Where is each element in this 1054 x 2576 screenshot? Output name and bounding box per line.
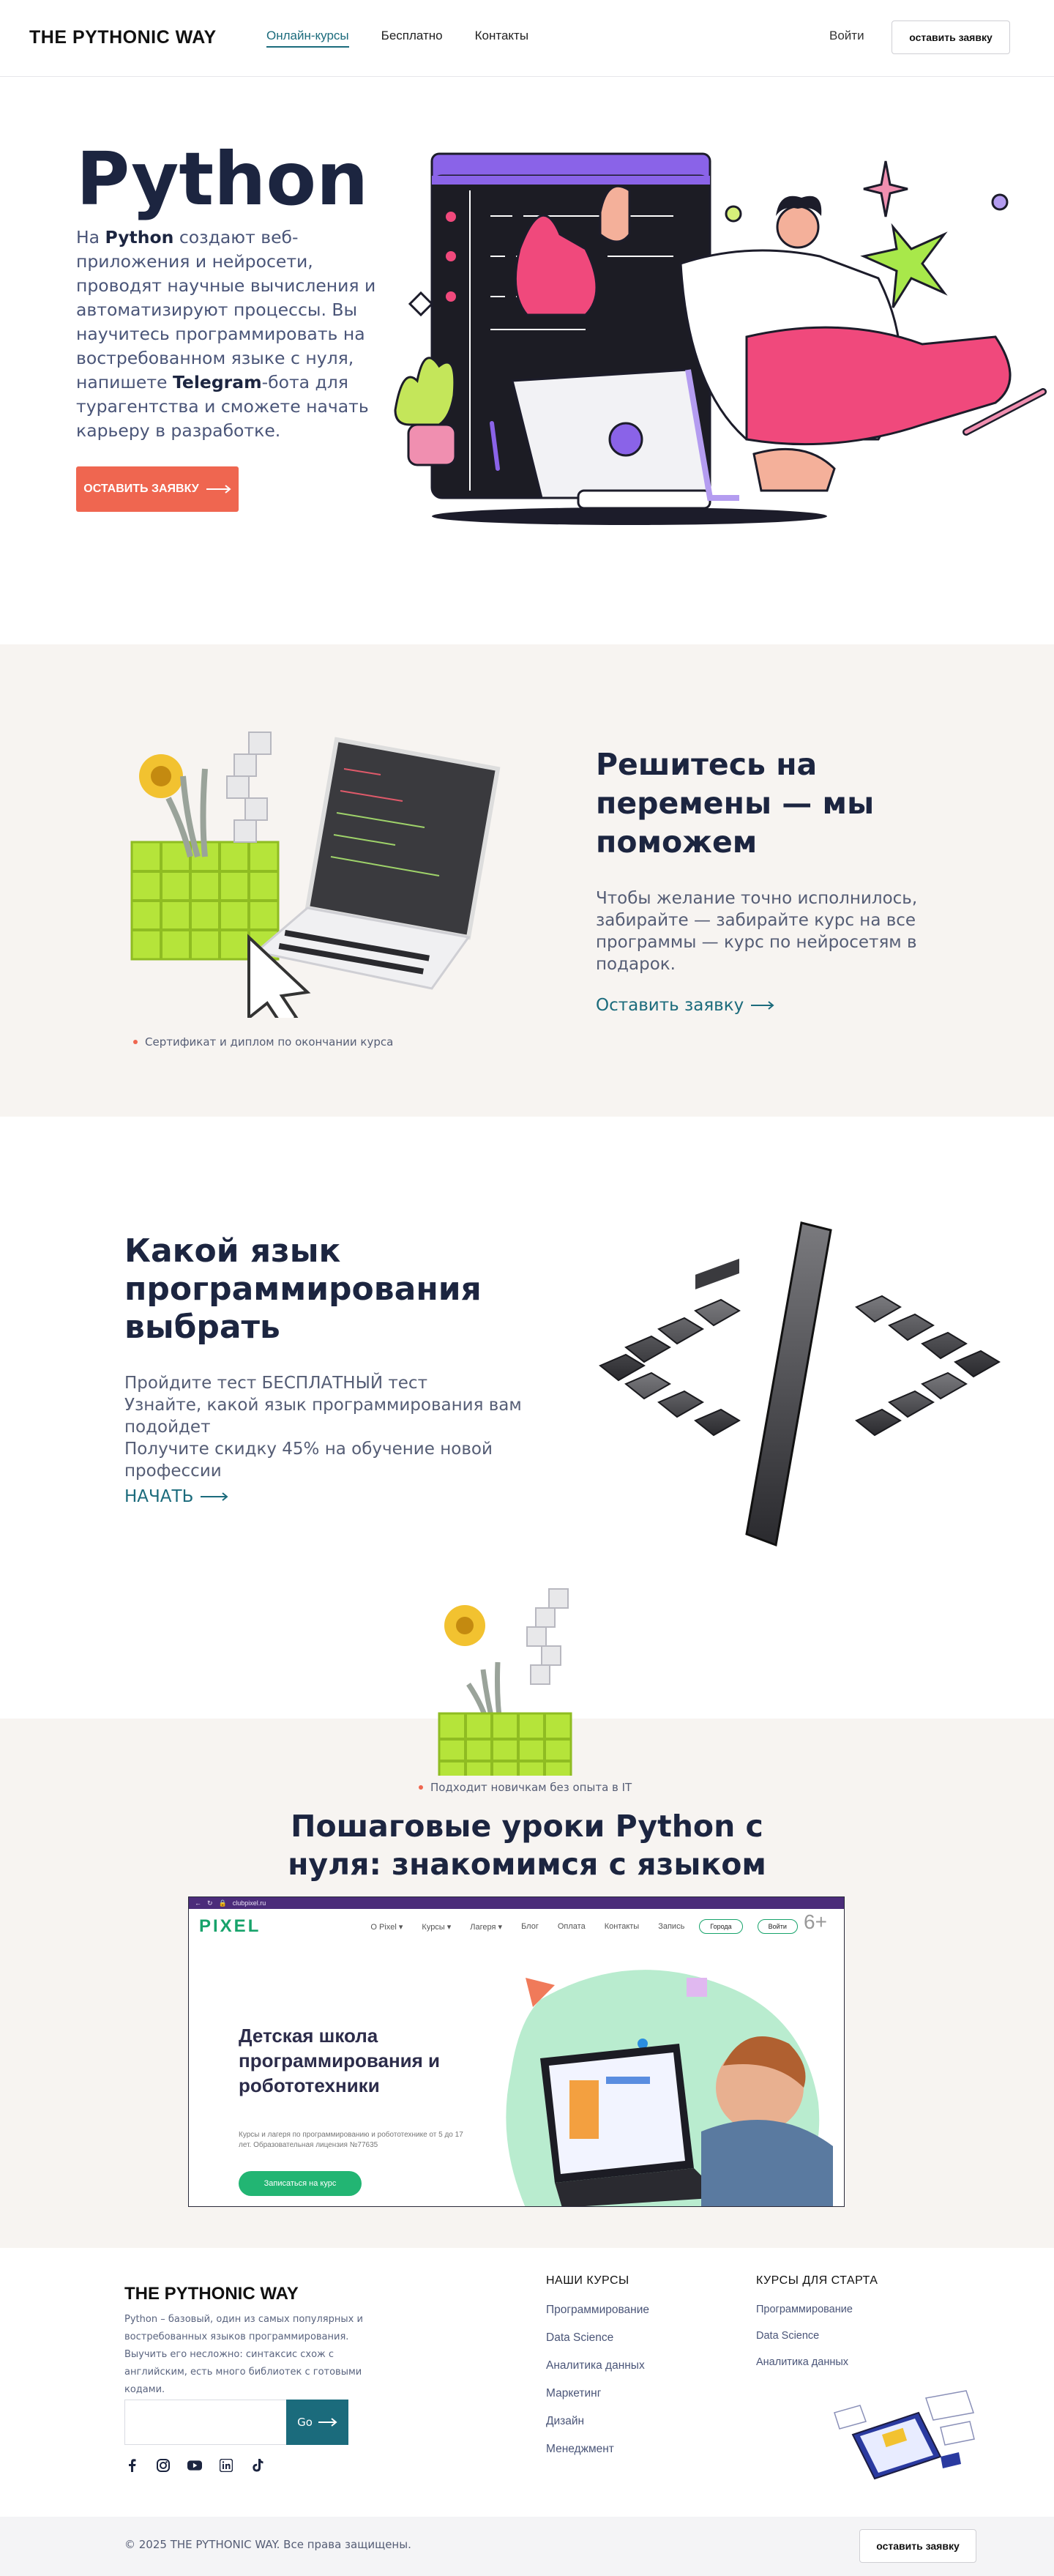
- footer-courses-column: НАШИ КУРСЫ Программирование Data Science…: [546, 2274, 649, 2471]
- video-menu-item: Курсы ▾: [422, 1922, 452, 1932]
- video-menu-item: Запись: [658, 1921, 685, 1931]
- child-laptop-illustration: [506, 1970, 833, 2206]
- footer-start-course-link[interactable]: Data Science: [756, 2330, 878, 2342]
- footer-course-link[interactable]: Data Science: [546, 2331, 649, 2345]
- lessons-title: Пошаговые уроки Python с нуля: знакомимс…: [288, 1809, 766, 1882]
- quiz-start-link[interactable]: НАЧАТЬ: [124, 1487, 228, 1506]
- hero-apply-label: ОСТАВИТЬ ЗАЯВКУ: [83, 483, 199, 495]
- bullet-dot: [419, 1785, 423, 1790]
- quiz-description: Пройдите тест БЕСПЛАТНЫЙ тест Узнайте, к…: [124, 1372, 593, 1482]
- hero-title: Python: [76, 136, 369, 222]
- arrow-right-icon: [318, 2418, 337, 2427]
- video-title: Детская школа программирования и роботот…: [239, 2025, 441, 2096]
- footer-courses-title: НАШИ КУРСЫ: [546, 2274, 629, 2287]
- apply-button-footer[interactable]: оставить заявку: [859, 2529, 976, 2563]
- footer-start-course-link[interactable]: Аналитика данных: [756, 2356, 878, 2368]
- video-subtitle: Курсы и лагеря по программированию и роб…: [239, 2131, 463, 2149]
- video-site-menu: О Pixel ▾ Курсы ▾ Лагеря ▾ Блог Оплата К…: [370, 1922, 684, 1932]
- browser-bar: ← ↻ 🔒 clubpixel.ru: [189, 1897, 844, 1909]
- video-menu-item: Контакты: [604, 1921, 640, 1931]
- novice-note: Подходит новичкам без опыта в IT: [419, 1781, 632, 1794]
- login-link[interactable]: Войти: [829, 29, 864, 43]
- hero-illustration: [394, 152, 1047, 525]
- hero-apply-button[interactable]: ОСТАВИТЬ ЗАЯВКУ: [76, 466, 239, 512]
- video-menu-item: Блог: [521, 1921, 539, 1931]
- certificate-note: Сертификат и диплом по окончании курса: [133, 1035, 393, 1049]
- footer-course-link[interactable]: Дизайн: [546, 2415, 649, 2428]
- nav-contacts[interactable]: Контакты: [475, 29, 528, 48]
- footer-subscribe-form: Go: [124, 2400, 348, 2445]
- certificate-note-text: Сертификат и диплом по окончании курса: [145, 1035, 394, 1049]
- decide-description: Чтобы желание точно исполнилось, забирай…: [596, 889, 918, 974]
- reload-icon: ↻: [207, 1899, 213, 1907]
- laptop-crate-illustration: [130, 732, 501, 1018]
- nav-free[interactable]: Бесплатно: [381, 29, 443, 48]
- video-cities-button: Города: [699, 1919, 743, 1934]
- social-links: [124, 2458, 265, 2473]
- instagram-icon[interactable]: [156, 2458, 171, 2473]
- footer-course-link[interactable]: Маркетинг: [546, 2387, 649, 2400]
- video-menu-item: Оплата: [557, 1921, 586, 1931]
- video-menu-item: О Pixel ▾: [370, 1922, 403, 1932]
- quiz-start-label: НАЧАТЬ: [124, 1487, 194, 1506]
- arrow-right-icon: [751, 1001, 774, 1010]
- back-icon: ←: [195, 1899, 201, 1907]
- video-menu-item: Лагеря ▾: [470, 1922, 503, 1932]
- main-nav: Онлайн-курсы Бесплатно Контакты: [266, 29, 528, 48]
- footer-start-courses-column: КУРСЫ ДЛЯ СТАРТА Программирование Data S…: [756, 2274, 878, 2383]
- footer-course-link[interactable]: Аналитика данных: [546, 2359, 649, 2372]
- decide-apply-link[interactable]: Оставить заявку: [596, 996, 774, 1015]
- apply-button-header[interactable]: оставить заявку: [892, 21, 1010, 54]
- hero-description: На Python создают веб-приложения и нейро…: [76, 227, 376, 441]
- quiz-line: Узнайте, какой язык программирования вам…: [124, 1396, 522, 1437]
- subscribe-go-button[interactable]: Go: [286, 2400, 348, 2445]
- video-site-logo: PIXEL: [199, 1916, 261, 1936]
- code-brackets-illustration: [599, 1221, 1001, 1547]
- subscribe-input[interactable]: [124, 2400, 286, 2445]
- facebook-icon[interactable]: [124, 2458, 139, 2473]
- footer-start-course-link[interactable]: Программирование: [756, 2304, 878, 2315]
- go-label: Go: [297, 2416, 313, 2429]
- copyright-text: © 2025 THE PYTHONIC WAY. Все права защищ…: [124, 2538, 411, 2551]
- bullet-dot: [133, 1040, 138, 1044]
- video-cta-button: Записаться на курс: [239, 2171, 362, 2196]
- linkedin-icon[interactable]: [219, 2458, 233, 2473]
- age-rating: 6+: [804, 1910, 827, 1933]
- footer-course-link[interactable]: Менеджмент: [546, 2443, 649, 2456]
- youtube-icon[interactable]: [187, 2458, 202, 2473]
- site-header: THE PYTHONIC WAY Онлайн-курсы Бесплатно …: [0, 0, 1054, 77]
- quiz-line: Пройдите тест БЕСПЛАТНЫЙ тест: [124, 1374, 427, 1393]
- devices-illustration: [834, 2390, 975, 2480]
- tiktok-icon[interactable]: [250, 2458, 265, 2473]
- quiz-title: Какой язык программирования выбрать: [124, 1232, 482, 1346]
- decide-apply-label: Оставить заявку: [596, 996, 744, 1015]
- site-logo[interactable]: THE PYTHONIC WAY: [29, 27, 217, 48]
- crate-plant-illustration: [438, 1588, 572, 1776]
- footer-course-link[interactable]: Программирование: [546, 2304, 649, 2317]
- quiz-line: Получите скидку 45% на обучение новой пр…: [124, 1440, 493, 1481]
- video-login-button: Войти: [757, 1919, 798, 1934]
- browser-url: clubpixel.ru: [232, 1899, 266, 1907]
- decide-title: Решитесь на перемены — мы поможем: [596, 747, 875, 860]
- arrow-right-icon: [206, 485, 231, 494]
- footer-start-courses-title: КУРСЫ ДЛЯ СТАРТА: [756, 2274, 878, 2287]
- nav-online-courses[interactable]: Онлайн-курсы: [266, 29, 349, 48]
- arrow-right-icon: [201, 1492, 228, 1501]
- video-site-nav: PIXEL О Pixel ▾ Курсы ▾ Лагеря ▾ Блог Оп…: [189, 1909, 844, 1944]
- lock-icon: 🔒: [218, 1899, 227, 1907]
- novice-note-text: Подходит новичкам без опыта в IT: [430, 1781, 632, 1794]
- footer-description: Python – базовый, один из самых популярн…: [124, 2314, 363, 2395]
- footer-logo[interactable]: THE PYTHONIC WAY: [124, 2284, 299, 2304]
- video-preview[interactable]: ← ↻ 🔒 clubpixel.ru PIXEL О Pixel ▾ Курсы…: [188, 1896, 845, 2207]
